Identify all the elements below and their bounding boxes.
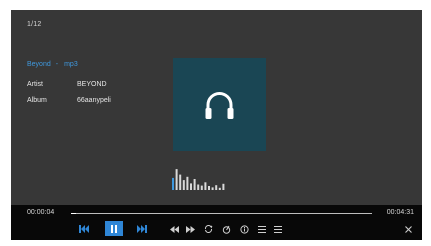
previous-track-button[interactable] (77, 222, 91, 236)
total-time: 00:04:31 (386, 209, 414, 216)
artist-label: Artist (27, 81, 43, 88)
shuffle-icon (222, 225, 230, 234)
equalizer-bar (186, 176, 189, 190)
equalizer-bar (215, 185, 218, 190)
equalizer-bar (218, 187, 221, 190)
equalizer-bar (197, 184, 200, 190)
info-button[interactable] (237, 222, 251, 236)
info-icon (239, 224, 249, 234)
menu-icon (274, 225, 282, 233)
list-icon (258, 225, 266, 233)
album-art (173, 58, 266, 151)
seek-bar[interactable] (71, 213, 372, 214)
equalizer-bar (190, 183, 192, 190)
equalizer-bar (175, 169, 178, 190)
equalizer-bar (172, 177, 174, 190)
rewind-icon (169, 225, 179, 233)
artist-value: BEYOND (77, 81, 107, 88)
equalizer-bar (179, 174, 182, 190)
repeat-button[interactable] (201, 222, 215, 236)
equalizer-bar (200, 185, 203, 190)
title-separator: - (55, 61, 59, 68)
seek-bar-progress (71, 213, 76, 214)
equalizer-bar (211, 187, 214, 190)
rewind-button[interactable] (167, 222, 181, 236)
pause-button[interactable] (105, 221, 123, 236)
equalizer-bar (208, 186, 210, 190)
album-value: 66aanypeli (77, 97, 111, 104)
media-player-screen: 1/12 Beyond - mp3 Artist BEYOND Album 66aany… (11, 10, 422, 240)
album-row: Album 66aanypeli (27, 97, 111, 104)
track-counter: 1/12 (27, 21, 42, 28)
artist-row: Artist BEYOND (27, 81, 107, 88)
equalizer-bar (222, 183, 225, 190)
equalizer-bar (204, 182, 207, 190)
playlist-button[interactable] (255, 222, 269, 236)
equalizer-bar (182, 180, 185, 190)
equalizer-visualizer (172, 169, 225, 190)
repeat-icon (204, 225, 212, 233)
skip-previous-icon (79, 225, 89, 233)
equalizer-bar (193, 179, 196, 190)
menu-button[interactable] (271, 222, 285, 236)
next-track-button[interactable] (135, 222, 149, 236)
skip-next-icon (137, 225, 147, 233)
close-button[interactable] (401, 222, 415, 236)
pause-icon (111, 224, 117, 233)
close-icon (404, 225, 412, 233)
album-label: Album (27, 97, 47, 104)
headphones-icon (205, 92, 234, 119)
track-title-line: Beyond - mp3 (27, 61, 78, 68)
fast-forward-button[interactable] (183, 222, 197, 236)
fast-forward-icon (185, 225, 195, 233)
playback-control-bar: 00:00:04 00:04:31 (11, 205, 422, 240)
current-time: 00:00:04 (27, 209, 55, 216)
track-title: Beyond (27, 61, 51, 68)
shuffle-button[interactable] (219, 222, 233, 236)
track-format: mp3 (64, 61, 78, 68)
